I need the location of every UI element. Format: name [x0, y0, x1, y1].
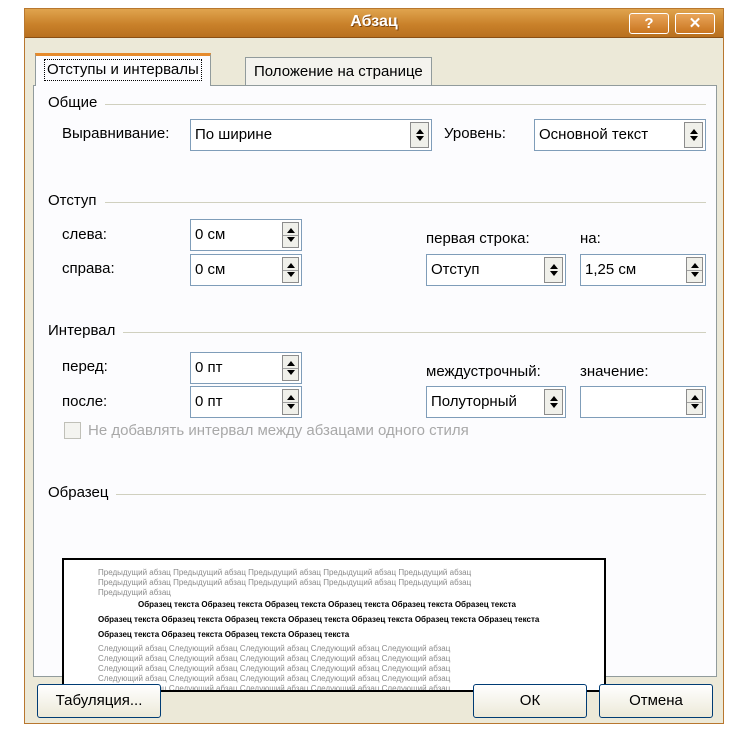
alignment-dropdown-icon[interactable] [410, 122, 429, 148]
no-space-label: Не добавлять интервал между абзацами одн… [88, 422, 469, 439]
cancel-button[interactable]: Отмена [599, 684, 713, 718]
indent-left-label: слева: [62, 226, 107, 243]
first-line-dropdown-icon[interactable] [544, 257, 563, 283]
preview-sample-line: Образец текста Образец текста Образец те… [98, 630, 350, 639]
alignment-value: По ширине [195, 126, 273, 143]
preview-prev-line: Предыдущий абзац Предыдущий абзац Предыд… [98, 578, 472, 587]
spacing-group: Интервал [48, 322, 706, 342]
preview-prev-line: Предыдущий абзац [98, 588, 171, 597]
preview-box: Предыдущий абзац Предыдущий абзац Предыд… [62, 558, 606, 692]
tab-control: Отступы и интервалы Положение на страниц… [33, 47, 717, 692]
general-group: Общие [48, 94, 706, 114]
preview-sample-line: Образец текста Образец текста Образец те… [138, 600, 516, 609]
spacing-at-spin-icon[interactable] [686, 389, 703, 415]
tabs-button[interactable]: Табуляция... [37, 684, 161, 718]
spacing-group-label: Интервал [48, 322, 124, 339]
indent-by-value: 1,25 см [585, 261, 637, 278]
close-button[interactable]: ✕ [675, 13, 715, 34]
spacing-after-label: после: [62, 393, 108, 410]
general-group-label: Общие [48, 94, 106, 111]
level-select[interactable]: Основной текст [534, 119, 706, 151]
indent-group: Отступ [48, 192, 706, 212]
no-space-checkbox[interactable] [64, 422, 81, 439]
spacing-before-label: перед: [62, 358, 108, 375]
spacing-at-label: значение: [580, 363, 649, 380]
spacing-after-spin-icon[interactable] [282, 389, 299, 415]
ok-button[interactable]: ОК [473, 684, 587, 718]
title-bar: Абзац ? ✕ [25, 9, 723, 38]
level-label: Уровень: [444, 125, 506, 142]
indent-right-value: 0 см [195, 261, 226, 278]
preview-group: Образец [48, 484, 706, 504]
indent-group-label: Отступ [48, 192, 105, 209]
level-value: Основной текст [539, 126, 649, 143]
indent-by-spinner[interactable]: 1,25 см [580, 254, 706, 286]
paragraph-dialog: Абзац ? ✕ Отступы и интервалы Положение … [24, 8, 724, 724]
spacing-before-spinner[interactable]: 0 пт [190, 352, 302, 384]
first-line-value: Отступ [431, 261, 480, 278]
indent-by-label: на: [580, 230, 601, 247]
first-line-select[interactable]: Отступ [426, 254, 566, 286]
alignment-label: Выравнивание: [62, 125, 170, 142]
line-spacing-value: Полуторный [431, 393, 517, 410]
preview-prev-line: Предыдущий абзац Предыдущий абзац Предыд… [98, 568, 472, 577]
indent-left-spin-icon[interactable] [282, 222, 299, 248]
spacing-after-value: 0 пт [195, 393, 223, 410]
line-spacing-label: междустрочный: [426, 363, 541, 380]
help-button[interactable]: ? [629, 13, 669, 34]
spacing-at-spinner[interactable] [580, 386, 706, 418]
indent-right-label: справа: [62, 260, 115, 277]
line-spacing-select[interactable]: Полуторный [426, 386, 566, 418]
preview-next-line: Следующий абзац Следующий абзац Следующи… [98, 674, 451, 683]
spacing-before-spin-icon[interactable] [282, 355, 299, 381]
preview-next-line: Следующий абзац Следующий абзац Следующи… [98, 664, 451, 673]
preview-sample-line: Образец текста Образец текста Образец те… [98, 615, 540, 624]
spacing-before-value: 0 пт [195, 359, 223, 376]
tab-panel: Общие Выравнивание: По ширине Уровень: О… [33, 85, 717, 692]
line-spacing-dropdown-icon[interactable] [544, 389, 563, 415]
tab-page-position-label: Положение на странице [254, 63, 423, 80]
dialog-title: Абзац [350, 13, 398, 30]
alignment-select[interactable]: По ширине [190, 119, 432, 151]
indent-left-spinner[interactable]: 0 см [190, 219, 302, 251]
tab-indents-spacing-label: Отступы и интервалы [44, 59, 202, 81]
indent-left-value: 0 см [195, 226, 226, 243]
spacing-after-spinner[interactable]: 0 пт [190, 386, 302, 418]
level-dropdown-icon[interactable] [684, 122, 703, 148]
tab-page-position[interactable]: Положение на странице [245, 57, 432, 85]
indent-right-spin-icon[interactable] [282, 257, 299, 283]
preview-group-label: Образец [48, 484, 117, 501]
preview-next-line: Следующий абзац Следующий абзац Следующи… [98, 644, 451, 653]
indent-right-spinner[interactable]: 0 см [190, 254, 302, 286]
indent-by-spin-icon[interactable] [686, 257, 703, 283]
first-line-label: первая строка: [426, 230, 530, 247]
tab-indents-spacing[interactable]: Отступы и интервалы [35, 53, 211, 86]
preview-next-line: Следующий абзац Следующий абзац Следующи… [98, 654, 451, 663]
